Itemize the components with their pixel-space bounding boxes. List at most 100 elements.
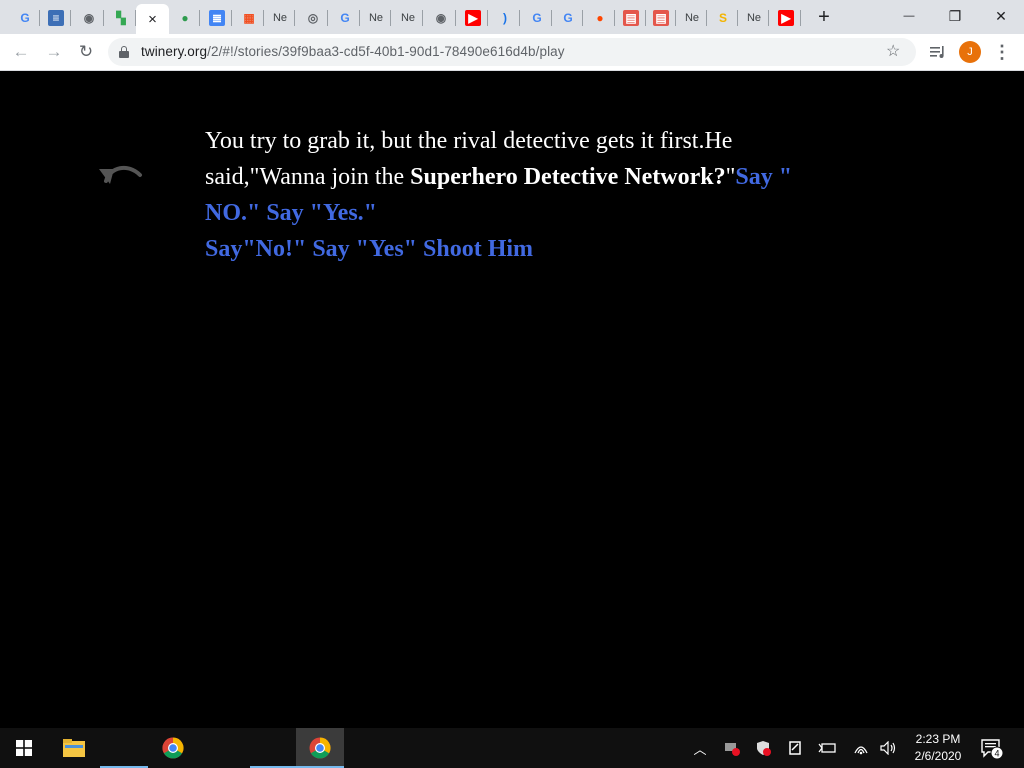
story-passage: You try to grab it, but the rival detect… [205,123,805,267]
browser-tab[interactable]: ▤ [616,6,646,30]
lock-icon[interactable] [119,46,129,58]
browser-tab[interactable]: ◎ [298,6,328,30]
browser-tab[interactable]: ) [490,6,520,30]
tray-app-2[interactable] [753,738,773,758]
close-window-button[interactable]: ✕ [978,2,1024,30]
choice-link-shoot-him[interactable]: Shoot Him [423,236,533,262]
tray-app-3[interactable] [785,738,805,758]
tab-favicon-icon: ◉ [435,11,447,25]
tab-favicon-icon: ▤ [623,10,639,26]
tab-separator [263,10,264,26]
taskbar-app-slot[interactable] [100,728,148,768]
bookmark-star-icon[interactable]: ☆ [886,41,900,61]
tab-favicon-icon: G [20,11,30,25]
browser-tab[interactable]: G [330,6,360,30]
browser-tab[interactable]: Ne [677,6,707,30]
windows-logo-icon [16,740,32,756]
tab-favicon-icon: G [563,11,573,25]
choice-link-say-no-exclaim[interactable]: Say"No!" [205,236,306,262]
reload-button[interactable]: ↻ [73,39,99,65]
new-tab-button[interactable]: + [812,5,836,29]
restore-icon: ❐ [948,7,962,24]
browser-tab[interactable]: ▦ [234,6,264,30]
app-error-icon [725,743,740,756]
choice-link-say-yes[interactable]: Say "Yes." [266,200,377,226]
wifi-button[interactable] [851,738,871,758]
forward-arrow-icon: → [45,42,63,61]
minimize-button[interactable]: — [886,2,932,30]
menu-button[interactable]: ⋮ [990,40,1014,64]
active-tab[interactable]: × [136,4,169,34]
speaker-icon [880,741,896,755]
back-arrow-icon: ← [12,42,30,61]
tab-separator [551,10,552,26]
restore-button[interactable]: ❐ [932,2,978,30]
profile-avatar-button[interactable]: J [958,40,982,64]
tab-favicon-icon: G [340,11,350,25]
browser-tab[interactable]: Ne [393,6,423,30]
choice-link-say-yes-2[interactable]: Say "Yes" [312,236,417,262]
tab-strip: G ≡ ◉ ▚ ● ≣ ▦ Ne ◎ G Ne Ne ◉ ▶) G G ● ▤ ▤ Ne S Ne ▶ × + — ❐ ✕ [0,0,1024,34]
tab-separator [487,10,488,26]
tab-separator [455,10,456,26]
tab-title: Ne [684,12,700,24]
url-text[interactable]: twinery.org/2/#!/stories/39f9baa3-cd5f-4… [141,44,565,59]
system-clock[interactable]: 2:23 PM 2/6/2020 [906,731,970,765]
tab-favicon-icon: ) [503,11,507,25]
undo-button[interactable] [96,157,146,187]
address-bar[interactable]: twinery.org/2/#!/stories/39f9baa3-cd5f-4… [108,38,916,66]
tab-separator [39,10,40,26]
browser-tab[interactable]: Ne [739,6,769,30]
browser-tab[interactable]: Ne [265,6,295,30]
undo-icon [99,165,142,184]
browser-tab[interactable]: ≣ [202,6,232,30]
volume-button[interactable] [879,738,899,758]
tab-favicon-icon: ▦ [243,11,255,25]
browser-tab[interactable]: G [553,6,583,30]
browser-tab[interactable]: ▚ [106,6,136,30]
tab-separator [199,10,200,26]
forward-button[interactable]: → [41,39,67,65]
passage-text-end: " [725,164,736,190]
chrome-button[interactable] [149,728,197,768]
kebab-menu-icon: ⋮ [993,41,1011,62]
chrome-active-button[interactable] [296,728,344,768]
browser-tab[interactable]: ● [170,6,200,30]
tray-app-1[interactable] [722,738,742,758]
browser-tab[interactable]: ● [585,6,615,30]
show-hidden-icons-button[interactable]: ︿ [690,738,710,758]
media-control-icon[interactable] [926,40,950,64]
reload-icon: ↻ [78,42,94,61]
chrome-icon [309,737,331,759]
taskbar-app-slot-2[interactable] [250,728,298,768]
browser-tab[interactable]: ≡ [41,6,71,30]
browser-tab[interactable]: G [522,6,552,30]
browser-tab[interactable]: ▤ [646,6,676,30]
browser-tab[interactable]: ▶ [771,6,801,30]
browser-tab[interactable]: S [708,6,738,30]
notification-count: 4 [994,749,999,759]
battery-button[interactable] [817,738,837,758]
tab-separator [359,10,360,26]
action-center-button[interactable]: 4 [980,738,1004,760]
browser-tab[interactable]: ◉ [426,6,456,30]
browser-tab[interactable]: G [10,6,40,30]
tab-favicon-icon: ◎ [307,11,319,25]
browser-tab[interactable]: ◉ [74,6,104,30]
close-icon: ✕ [995,7,1007,24]
back-button[interactable]: ← [8,39,34,65]
tab-separator [327,10,328,26]
start-button[interactable] [0,728,48,768]
browser-toolbar: ← → ↻ twinery.org/2/#!/stories/39f9baa3-… [0,34,1024,71]
browser-tab[interactable]: ▶ [458,6,488,30]
tab-separator [231,10,232,26]
avatar: J [959,41,981,63]
tab-favicon-icon: ▶ [778,10,794,26]
tab-favicon-icon: ● [596,11,604,25]
file-explorer-button[interactable] [50,728,98,768]
notification-icon: 4 [981,739,1004,760]
tab-close-icon[interactable]: × [148,11,157,28]
chevron-up-icon: ︿ [693,741,707,757]
tab-favicon-icon: S [718,11,727,25]
browser-tab[interactable]: Ne [361,6,391,30]
